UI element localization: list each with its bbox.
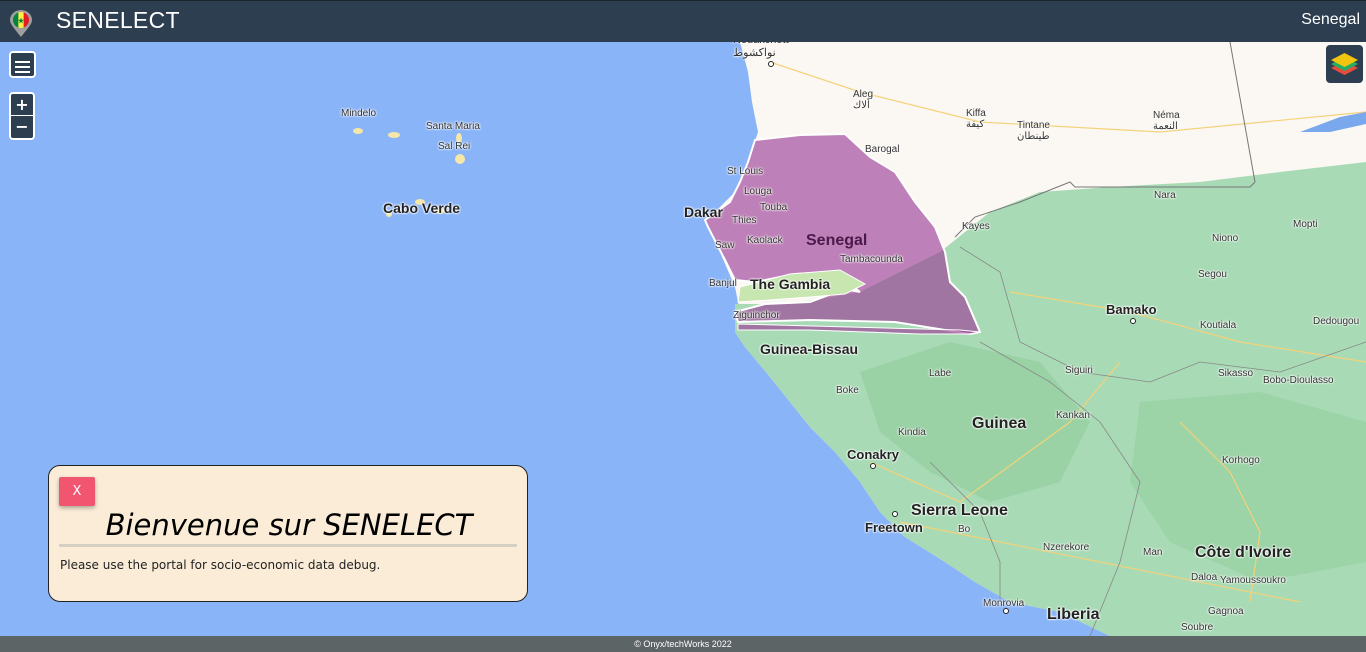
hamburger-icon bbox=[11, 53, 34, 73]
place-label-korhogo[interactable]: Korhogo bbox=[1222, 455, 1260, 466]
place-label-touba[interactable]: Touba bbox=[760, 202, 787, 213]
place-label-gagnoa[interactable]: Gagnoa bbox=[1208, 606, 1244, 617]
place-label-man[interactable]: Man bbox=[1143, 547, 1162, 558]
country-label-sierra-leone[interactable]: Sierra Leone bbox=[911, 502, 1008, 520]
footer-copyright: © Onyx/techWorks 2022 bbox=[0, 636, 1366, 652]
place-label-soubre[interactable]: Soubre bbox=[1181, 622, 1213, 633]
place-label-cabo-verde[interactable]: Cabo Verde bbox=[383, 200, 460, 216]
place-label-nara[interactable]: Nara bbox=[1154, 190, 1176, 201]
country-label-cote-divoire[interactable]: Côte d'Ivoire bbox=[1195, 544, 1291, 562]
place-label-niono[interactable]: Niono bbox=[1212, 233, 1238, 244]
place-label-bo[interactable]: Bo bbox=[958, 524, 970, 535]
place-label-yamoussoukro[interactable]: Yamoussoukro bbox=[1220, 575, 1286, 586]
place-label-santa-maria[interactable]: Santa Maria bbox=[426, 121, 480, 132]
place-label-aleg[interactable]: Aleg ألاك bbox=[853, 89, 873, 111]
city-marker bbox=[768, 61, 774, 67]
place-label-freetown[interactable]: Freetown bbox=[865, 520, 923, 535]
selected-country[interactable]: Senegal bbox=[1301, 11, 1360, 29]
place-label-bobo-dioulasso[interactable]: Bobo-Dioulasso bbox=[1263, 375, 1334, 386]
place-label-monrovia[interactable]: Monrovia bbox=[983, 598, 1024, 609]
layers-icon bbox=[1331, 53, 1358, 75]
place-label-boke[interactable]: Boke bbox=[836, 385, 859, 396]
zoom-out-button[interactable]: − bbox=[11, 116, 33, 138]
place-label-st-louis[interactable]: St Louis bbox=[727, 166, 763, 177]
place-label-banjul[interactable]: Banjul bbox=[709, 278, 737, 289]
place-label-nouakchott[interactable]: Nouakchottنواكشوط bbox=[733, 42, 789, 59]
place-label-kiffa[interactable]: Kiffa كيفة bbox=[966, 108, 986, 130]
place-label-saw[interactable]: Saw bbox=[715, 240, 734, 251]
place-label-bamako[interactable]: Bamako bbox=[1106, 302, 1157, 317]
place-label-dakar[interactable]: Dakar bbox=[684, 204, 723, 220]
place-label-kankan[interactable]: Kankan bbox=[1056, 410, 1090, 421]
top-navbar: SENELECT Senegal bbox=[0, 0, 1366, 42]
welcome-title: Bienvenue sur SENELECT bbox=[105, 508, 473, 542]
city-marker bbox=[1130, 318, 1136, 324]
place-label-ziguinchor[interactable]: Ziguinchor bbox=[733, 310, 780, 321]
place-label-kaolack[interactable]: Kaolack bbox=[747, 235, 783, 246]
place-label-labe[interactable]: Labe bbox=[929, 368, 951, 379]
welcome-panel: X Bienvenue sur SENELECT Please use the … bbox=[48, 465, 528, 602]
welcome-message: Please use the portal for socio-economic… bbox=[60, 558, 381, 572]
place-label-koutiala[interactable]: Koutiala bbox=[1200, 320, 1236, 331]
place-label-nema[interactable]: Néma النعمة bbox=[1153, 110, 1180, 132]
place-label-guinea-bissau[interactable]: Guinea-Bissau bbox=[760, 341, 858, 357]
city-marker bbox=[870, 463, 876, 469]
place-label-kindia[interactable]: Kindia bbox=[898, 427, 926, 438]
layers-button[interactable] bbox=[1326, 45, 1363, 83]
place-label-barogal[interactable]: Barogal bbox=[865, 144, 899, 155]
place-label-conakry[interactable]: Conakry bbox=[847, 447, 899, 462]
country-label-senegal[interactable]: Senegal bbox=[806, 232, 867, 250]
place-label-the-gambia[interactable]: The Gambia bbox=[750, 276, 830, 292]
app-title[interactable]: SENELECT bbox=[56, 7, 180, 34]
menu-button[interactable] bbox=[9, 51, 36, 78]
senegal-flag-pin-icon bbox=[10, 10, 32, 37]
place-label-tintane[interactable]: Tintane طينطان bbox=[1017, 120, 1050, 142]
place-label-daloa[interactable]: Daloa bbox=[1191, 572, 1217, 583]
place-label-kayes[interactable]: Kayes bbox=[962, 221, 990, 232]
place-label-thies[interactable]: Thies bbox=[732, 215, 756, 226]
place-label-nzerekore[interactable]: Nzerekore bbox=[1043, 542, 1089, 553]
place-label-louga[interactable]: Louga bbox=[744, 186, 772, 197]
place-label-tambacounda[interactable]: Tambacounda bbox=[840, 254, 903, 265]
country-label-guinea[interactable]: Guinea bbox=[972, 415, 1026, 433]
place-label-sikasso[interactable]: Sikasso bbox=[1218, 368, 1253, 379]
country-label-liberia[interactable]: Liberia bbox=[1047, 606, 1099, 624]
place-label-siguiri[interactable]: Siguiri bbox=[1065, 365, 1093, 376]
place-label-sal-rei[interactable]: Sal Rei bbox=[438, 141, 470, 152]
city-marker bbox=[892, 511, 898, 517]
close-button[interactable]: X bbox=[59, 477, 95, 506]
divider bbox=[59, 544, 517, 547]
place-label-segou[interactable]: Segou bbox=[1198, 269, 1227, 280]
place-label-mopti[interactable]: Mopti bbox=[1293, 219, 1317, 230]
city-marker bbox=[1003, 608, 1009, 614]
place-label-mindelo[interactable]: Mindelo bbox=[341, 108, 376, 119]
place-label-dedougou[interactable]: Dedougou bbox=[1313, 316, 1359, 327]
zoom-in-button[interactable]: + bbox=[11, 94, 33, 116]
zoom-control: + − bbox=[9, 92, 35, 140]
